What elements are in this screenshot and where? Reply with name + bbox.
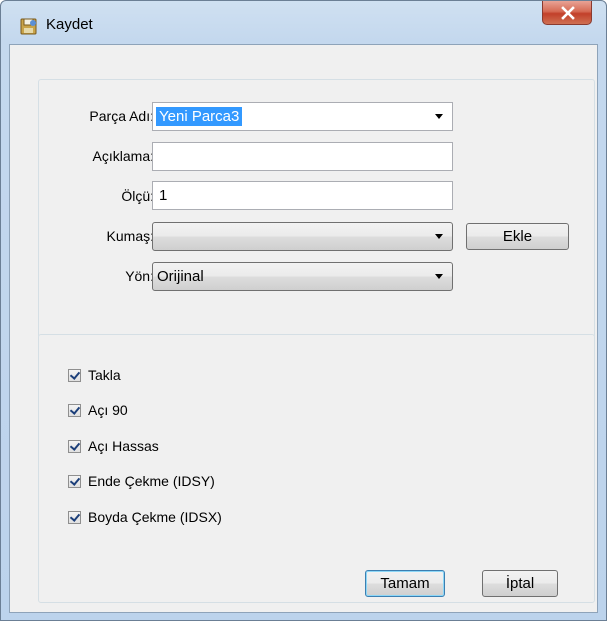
checkbox[interactable]	[68, 475, 81, 488]
chevron-down-icon[interactable]	[435, 114, 443, 119]
window-title: Kaydet	[46, 16, 93, 33]
measure-label: Ölçü:	[121, 188, 154, 204]
checkbox[interactable]	[68, 404, 81, 417]
close-icon	[561, 6, 575, 20]
options-group	[38, 334, 595, 603]
chevron-down-icon[interactable]	[435, 274, 443, 279]
direction-label: Yön:	[125, 268, 154, 284]
title-bar[interactable]: Kaydet	[1, 1, 606, 43]
option-label: Ende Çekme (IDSY)	[88, 473, 215, 489]
cancel-button[interactable]: İptal	[482, 570, 558, 597]
checkbox[interactable]	[68, 511, 81, 524]
option-label: Boyda Çekme (IDSX)	[88, 509, 222, 525]
option-label: Açı 90	[88, 402, 128, 418]
direction-value: Orijinal	[157, 268, 204, 285]
part-info-group: Parça Adı: Yeni Parca3 Açıklama: Ölçü: K…	[38, 79, 595, 338]
part-name-combo[interactable]: Yeni Parca3	[152, 102, 453, 131]
description-input[interactable]	[152, 142, 453, 171]
fabric-label: Kumaş:	[106, 228, 154, 244]
option-label: Takla	[88, 367, 121, 383]
chevron-down-icon[interactable]	[435, 234, 443, 239]
checkbox[interactable]	[68, 440, 81, 453]
description-label: Açıklama:	[92, 148, 154, 164]
dialog-window: Kaydet Parça Adı: Yeni Parca3 Açıklama: …	[0, 0, 607, 621]
dialog-client-area: Parça Adı: Yeni Parca3 Açıklama: Ölçü: K…	[9, 44, 598, 613]
option-label: Açı Hassas	[88, 438, 159, 454]
fabric-combo[interactable]	[152, 222, 453, 251]
direction-combo[interactable]: Orijinal	[152, 262, 453, 291]
part-name-value[interactable]: Yeni Parca3	[156, 107, 243, 126]
measure-input[interactable]	[152, 181, 453, 210]
add-fabric-button[interactable]: Ekle	[466, 223, 569, 250]
ok-button[interactable]: Tamam	[365, 570, 445, 597]
save-disk-icon	[19, 16, 39, 36]
part-name-label: Parça Adı:	[89, 108, 154, 124]
checkbox[interactable]	[68, 369, 81, 382]
close-button[interactable]	[542, 1, 592, 25]
